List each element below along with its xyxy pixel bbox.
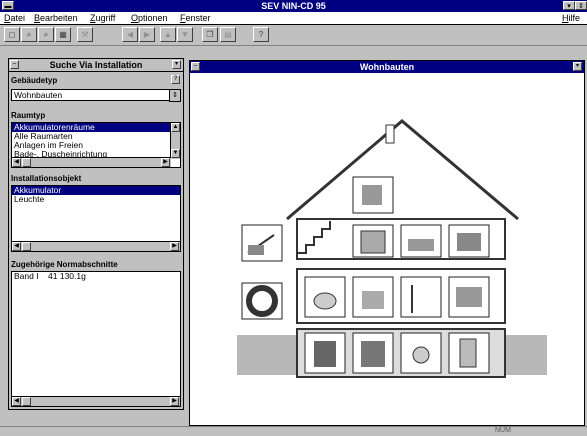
scroll-right-icon[interactable]: ▶ bbox=[161, 158, 170, 167]
object-list-hscrollbar[interactable]: ◀ ▶ bbox=[12, 241, 180, 251]
toolbar: ◻ ⌕ ⌕ ▦ ⚒ ◀ ▶ ▲ ▼ ❐ ▤ ? bbox=[0, 25, 587, 46]
document-window-title: Wohnbauten bbox=[190, 61, 584, 73]
chimney bbox=[385, 124, 395, 144]
search-pane-title: Suche Via Installation bbox=[9, 59, 183, 72]
boiler-shape bbox=[314, 341, 336, 367]
room-type-list[interactable]: Akkumulatorenräume Alle Raumarten Anlage… bbox=[11, 122, 181, 168]
scroll-right-icon[interactable]: ▶ bbox=[170, 242, 179, 251]
menu-fenster[interactable]: Fenster bbox=[180, 12, 211, 24]
down-icon[interactable]: ▼ bbox=[177, 27, 193, 42]
list-item[interactable]: Band I 41 130.1g bbox=[12, 272, 180, 281]
menu-zugriff[interactable]: Zugriff bbox=[90, 12, 115, 24]
app-title: SEV NIN-CD 95 bbox=[261, 1, 326, 11]
scroll-thumb[interactable] bbox=[22, 242, 31, 251]
menu-hilfe[interactable]: Hilfe bbox=[562, 12, 580, 24]
toilet-bowl bbox=[313, 292, 337, 310]
copy-icon[interactable]: ❐ bbox=[202, 27, 218, 42]
room-list-vscrollbar[interactable]: ▲ ▼ bbox=[170, 123, 180, 159]
norm-sections-label: Zugehörige Normabschnitte bbox=[11, 260, 118, 269]
norm-list-hscrollbar[interactable]: ◀ ▶ bbox=[12, 396, 180, 406]
help-icon[interactable]: ? bbox=[253, 27, 269, 42]
window-maximize-icon[interactable]: ▾ bbox=[573, 62, 582, 71]
menu-datei[interactable]: Datei bbox=[4, 12, 25, 24]
installation-object-label: Installationsobjekt bbox=[11, 174, 82, 183]
minimize-icon[interactable]: ▾ bbox=[563, 1, 575, 10]
status-num: NUM bbox=[495, 427, 511, 434]
scroll-down-icon[interactable]: ▼ bbox=[171, 149, 180, 158]
shower-icon[interactable] bbox=[400, 276, 442, 318]
machine-shape bbox=[457, 233, 481, 251]
title-bar: ▬ SEV NIN-CD 95 ▾ ⇕ bbox=[0, 0, 587, 12]
up-icon[interactable]: ▲ bbox=[160, 27, 176, 42]
building-type-select[interactable]: Wohnbauten ⇕ bbox=[11, 89, 181, 102]
scroll-left-icon[interactable]: ◀ bbox=[12, 158, 21, 167]
open-icon[interactable]: ◻ bbox=[4, 27, 20, 42]
scroll-left-icon[interactable]: ◀ bbox=[12, 242, 21, 251]
sauna-bench bbox=[456, 287, 482, 307]
scroll-right-icon[interactable]: ▶ bbox=[170, 397, 179, 406]
menu-bearbeiten[interactable]: Bearbeiten bbox=[34, 12, 78, 24]
grid-icon[interactable]: ▦ bbox=[55, 27, 71, 42]
prev-icon[interactable]: ▶ bbox=[139, 27, 155, 42]
window-menu-icon[interactable]: – bbox=[191, 62, 200, 71]
washer-drum bbox=[412, 346, 430, 364]
search-pane: Suche Via Installation – ▾ Gebäudetyp ? … bbox=[8, 58, 184, 410]
tools-icon[interactable]: ⚒ bbox=[77, 27, 93, 42]
building-info-icon[interactable]: ? bbox=[171, 75, 180, 84]
building-type-value: Wohnbauten bbox=[14, 90, 63, 100]
norm-sections-list[interactable]: Band I 41 130.1g ◀ ▶ bbox=[11, 271, 181, 407]
scroll-thumb[interactable] bbox=[22, 397, 31, 406]
scroll-thumb[interactable] bbox=[22, 158, 31, 167]
roof bbox=[286, 119, 519, 221]
print-icon[interactable]: ▤ bbox=[220, 27, 236, 42]
lawnmower-body bbox=[248, 245, 264, 255]
bed-shape bbox=[408, 239, 434, 251]
installation-object-list[interactable]: Akkumulator Leuchte ◀ ▶ bbox=[11, 185, 181, 252]
menu-bar: Datei Bearbeiten Zugriff Optionen Fenste… bbox=[0, 12, 587, 25]
list-item[interactable]: Leuchte bbox=[12, 195, 180, 204]
armchair-shape bbox=[362, 291, 384, 309]
panel-shape bbox=[459, 338, 477, 368]
pane-collapse-icon[interactable]: ▾ bbox=[172, 60, 181, 69]
search-icon[interactable]: ⌕ bbox=[21, 27, 37, 42]
scroll-left-icon[interactable]: ◀ bbox=[12, 397, 21, 406]
first-icon[interactable]: ◀ bbox=[122, 27, 138, 42]
stove-body bbox=[360, 230, 386, 254]
find-icon[interactable]: ⌕ bbox=[38, 27, 54, 42]
document-window: Wohnbauten – ▾ bbox=[189, 60, 585, 426]
scroll-up-icon[interactable]: ▲ bbox=[171, 123, 180, 132]
building-dropdown-icon[interactable]: ⇕ bbox=[169, 89, 181, 102]
pane-menu-icon[interactable]: – bbox=[10, 60, 19, 69]
house-illustration bbox=[237, 119, 547, 378]
building-type-label: Gebäudetyp bbox=[11, 76, 58, 85]
attic-furniture-icon bbox=[362, 185, 382, 205]
room-list-hscrollbar[interactable]: ◀ ▶ bbox=[12, 157, 171, 167]
restore-icon[interactable]: ⇕ bbox=[575, 1, 587, 10]
menu-optionen[interactable]: Optionen bbox=[131, 12, 168, 24]
storage-shape bbox=[361, 341, 385, 367]
room-type-label: Raumtyp bbox=[11, 111, 46, 120]
